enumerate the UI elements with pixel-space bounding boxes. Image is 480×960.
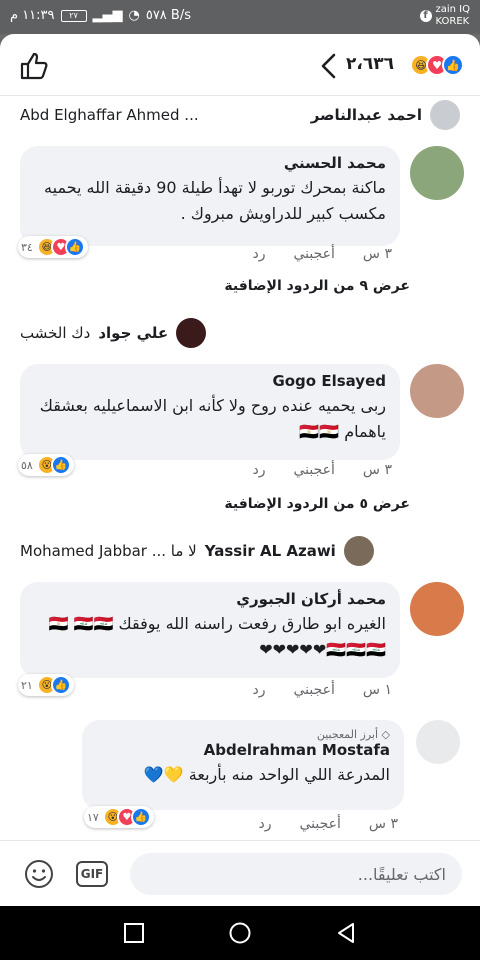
- comment-text: ربى يحميه عنده روح ولا كأنه ابن الاسماعي…: [39, 396, 386, 441]
- more-replies-link[interactable]: عرض ٩ من الردود الإضافية: [224, 278, 410, 294]
- carrier-2: KOREK: [435, 16, 470, 27]
- reaction-count: ٣٤: [21, 240, 33, 254]
- comments-sheet: 👍 ♥ 😆 ٢،٦٣٦ احمد عبدالناصر Abd Elghaffar…: [0, 34, 480, 906]
- like-reaction-icon: 👍: [64, 237, 85, 257]
- comment-actions: ٣ س أعجبني رد: [253, 462, 392, 478]
- signal-icon: ▂▄▆: [92, 8, 123, 23]
- status-right: f zain IQ KOREK: [419, 4, 471, 28]
- like-button[interactable]: أعجبني: [300, 816, 341, 832]
- avatar[interactable]: [410, 146, 464, 200]
- like-reaction-icon: 👍: [130, 807, 151, 827]
- back-chevron-icon[interactable]: [318, 52, 340, 80]
- emoji-icon[interactable]: [24, 859, 54, 889]
- avatar[interactable]: [343, 536, 374, 566]
- comment-time: ١ س: [362, 682, 392, 698]
- reaction-count: ١٧: [87, 810, 99, 824]
- comment-author[interactable]: محمد أركان الجبوري: [34, 590, 386, 608]
- like-reaction-icon: 👍: [442, 54, 464, 76]
- reply-preview[interactable]: Yassir AL Azawi لا ما ... Mohamed Jabbar: [20, 534, 394, 568]
- like-reaction-icon: 👍: [50, 675, 71, 695]
- comment-author[interactable]: محمد الحسني: [34, 154, 386, 172]
- comment-actions: ٣ س أعجبني رد: [259, 816, 398, 832]
- like-button[interactable]: أعجبني: [294, 462, 335, 478]
- wifi-icon: ◔: [128, 8, 140, 23]
- reply-author[interactable]: علي جواد: [98, 324, 168, 342]
- comment-reactions[interactable]: ٢١ 😮 👍: [18, 674, 74, 696]
- comment-bubble: Gogo Elsayed ربى يحميه عنده روح ولا كأنه…: [20, 364, 400, 460]
- reaction-count: ٢١: [21, 678, 33, 692]
- net-speed: ٥٧٨ B/s: [145, 8, 192, 23]
- comment-input[interactable]: اكتب تعليقًا...: [130, 853, 462, 895]
- more-replies-link[interactable]: عرض ٥ من الردود الإضافية: [224, 496, 410, 512]
- reply-snippet: لا ما ... Mohamed Jabbar: [20, 542, 197, 560]
- comment-author[interactable]: Abdelrahman Mostafa: [96, 741, 390, 759]
- comment-bubble: محمد الحسني ماكنة بمحرك توربو لا تهدأ طي…: [20, 146, 400, 246]
- reply-button[interactable]: رد: [253, 682, 266, 698]
- header-reactions[interactable]: 👍 ♥ 😆: [410, 54, 464, 76]
- reply-author[interactable]: احمد عبدالناصر: [311, 106, 422, 124]
- comment-time: ٣ س: [362, 462, 392, 478]
- status-bar: ١١:٣٩ م ٢٧ ▂▄▆ ◔ ٥٧٨ B/s f zain IQ KOREK: [0, 0, 480, 34]
- recents-icon[interactable]: [122, 921, 146, 945]
- comment-reactions[interactable]: ٣٤ 😆 ♥ 👍: [18, 236, 88, 258]
- comment-actions: ٣ س أعجبني رد: [253, 246, 392, 262]
- avatar[interactable]: [430, 100, 460, 130]
- comment-text: الغيره ابو طارق رفعت راسنه الله يوفقك 🇪🇬…: [48, 614, 386, 659]
- reply-preview[interactable]: احمد عبدالناصر Abd Elghaffar Ahmed ...: [20, 98, 460, 132]
- diamond-icon: ◇: [381, 728, 390, 741]
- avatar[interactable]: [416, 720, 460, 764]
- reply-snippet: دك الخشب: [20, 324, 91, 342]
- comment-bubble: ◇ أبرز المعجبين Abdelrahman Mostafa المد…: [82, 720, 404, 810]
- top-fan-badge: ◇ أبرز المعجبين: [316, 728, 390, 741]
- home-icon[interactable]: [228, 921, 252, 945]
- battery-icon: ٢٧: [60, 9, 87, 22]
- like-button[interactable]: أعجبني: [294, 246, 335, 262]
- reply-author[interactable]: Yassir AL Azawi: [205, 542, 336, 560]
- carrier-1: zain IQ: [435, 4, 471, 15]
- reply-button[interactable]: رد: [253, 462, 266, 478]
- comment-bubble: محمد أركان الجبوري الغيره ابو طارق رفعت …: [20, 582, 400, 678]
- status-left: ١١:٣٩ م ٢٧ ▂▄▆ ◔ ٥٧٨ B/s: [10, 8, 191, 23]
- reaction-count[interactable]: ٢،٦٣٦: [346, 54, 394, 74]
- comment-text: ماكنة بمحرك توربو لا تهدأ طيلة 90 دقيقة …: [44, 178, 386, 223]
- gif-button[interactable]: GIF: [76, 861, 108, 887]
- back-triangle-icon[interactable]: [334, 921, 358, 945]
- comment-actions: ١ س أعجبني رد: [253, 682, 392, 698]
- comment-composer: GIF اكتب تعليقًا...: [0, 840, 480, 906]
- system-nav-bar: [0, 906, 480, 960]
- reply-snippet: Abd Elghaffar Ahmed ...: [20, 106, 199, 124]
- reply-preview[interactable]: علي جواد دك الخشب: [20, 316, 394, 350]
- avatar[interactable]: [410, 364, 464, 418]
- comment-reactions[interactable]: ١٧ 😮 ♥ 👍: [84, 806, 154, 828]
- comment-time: ٣ س: [368, 816, 398, 832]
- comments-header: 👍 ♥ 😆 ٢،٦٣٦: [0, 34, 480, 96]
- like-button[interactable]: أعجبني: [294, 682, 335, 698]
- like-icon[interactable]: [18, 50, 50, 82]
- avatar[interactable]: [410, 582, 464, 636]
- reply-button[interactable]: رد: [253, 246, 266, 262]
- clock: ١١:٣٩ م: [10, 8, 55, 23]
- like-reaction-icon: 👍: [50, 455, 71, 475]
- comment-text: المدرعة اللي الواحد منه بأربعة 💛💙: [143, 765, 390, 784]
- avatar[interactable]: [176, 318, 207, 348]
- comment-time: ٣ س: [362, 246, 392, 262]
- comment-author[interactable]: Gogo Elsayed: [34, 372, 386, 390]
- comment-reactions[interactable]: ٥٨ 😮 👍: [18, 454, 74, 476]
- facebook-notification-icon: f: [419, 10, 432, 22]
- reply-button[interactable]: رد: [259, 816, 272, 832]
- reaction-count: ٥٨: [21, 458, 33, 472]
